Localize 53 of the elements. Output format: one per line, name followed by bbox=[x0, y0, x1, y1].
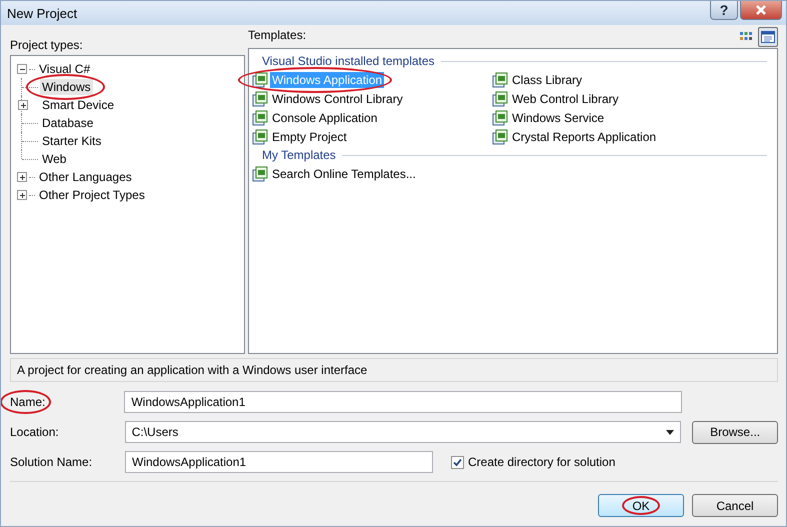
panel-label: Project types: bbox=[10, 37, 83, 54]
project-icon bbox=[252, 166, 268, 182]
template-item[interactable]: Search Online Templates... bbox=[270, 166, 418, 182]
tree-item[interactable]: Smart Device bbox=[40, 97, 116, 113]
window-title: New Project bbox=[7, 6, 78, 20]
dialog-button[interactable]: OK bbox=[598, 494, 684, 517]
project-icon bbox=[252, 128, 268, 144]
template-item[interactable]: Web Control Library bbox=[510, 90, 620, 106]
description-text: A project for creating an application with a Windows user interface bbox=[17, 363, 368, 377]
tree-item[interactable]: Visual C# bbox=[37, 61, 92, 77]
group-heading: My Templates bbox=[262, 148, 336, 162]
template-item[interactable]: Windows Service bbox=[510, 110, 606, 126]
checkbox-label: Create directory for solution bbox=[468, 455, 616, 469]
group-heading: Visual Studio installed templates bbox=[262, 54, 435, 68]
tree-item[interactable]: Web bbox=[40, 151, 68, 167]
close-icon bbox=[754, 5, 768, 15]
list-view-icon bbox=[761, 31, 775, 43]
project-icon bbox=[492, 90, 508, 106]
tree-item[interactable]: Windows bbox=[40, 79, 93, 95]
location-combo[interactable]: C:\Users bbox=[124, 421, 682, 443]
close-button[interactable] bbox=[740, 1, 782, 20]
project-icon bbox=[252, 90, 268, 106]
small-icons-button[interactable] bbox=[758, 27, 778, 47]
field-label: Solution Name: bbox=[10, 455, 94, 469]
dropdown-arrow-icon bbox=[666, 430, 674, 434]
name-field[interactable]: WindowsApplication1 bbox=[124, 391, 682, 413]
project-icon bbox=[492, 110, 508, 126]
solution-name-field[interactable]: WindowsApplication1 bbox=[125, 451, 433, 473]
dialog-button[interactable]: Cancel bbox=[692, 494, 778, 517]
tree-item[interactable]: Other Project Types bbox=[37, 187, 147, 203]
checkbox[interactable] bbox=[451, 456, 464, 468]
template-item[interactable]: Crystal Reports Application bbox=[510, 128, 658, 144]
project-icon bbox=[252, 110, 268, 126]
panel-label: Templates: bbox=[248, 27, 306, 44]
expand-icon[interactable] bbox=[18, 100, 28, 110]
project-icon bbox=[252, 72, 268, 88]
expand-icon[interactable] bbox=[17, 190, 27, 200]
template-item[interactable]: Windows Control Library bbox=[270, 90, 405, 106]
browse-button[interactable]: Browse... bbox=[692, 420, 778, 444]
tree-item[interactable]: Database bbox=[40, 115, 96, 131]
tree-item[interactable]: Other Languages bbox=[37, 169, 134, 185]
template-item[interactable]: Class Library bbox=[510, 72, 584, 88]
project-icon bbox=[492, 72, 508, 88]
template-item[interactable]: Empty Project bbox=[270, 128, 349, 144]
field-label: Name: bbox=[10, 395, 46, 409]
help-button[interactable]: ? bbox=[710, 1, 738, 20]
tree-item[interactable]: Starter Kits bbox=[40, 133, 104, 149]
template-item[interactable]: Console Application bbox=[270, 110, 380, 126]
field-label: Location: bbox=[10, 425, 60, 439]
project-icon bbox=[492, 128, 508, 144]
grid-view-icon bbox=[739, 31, 753, 43]
collapse-icon[interactable] bbox=[17, 64, 27, 74]
expand-icon[interactable] bbox=[17, 172, 27, 182]
